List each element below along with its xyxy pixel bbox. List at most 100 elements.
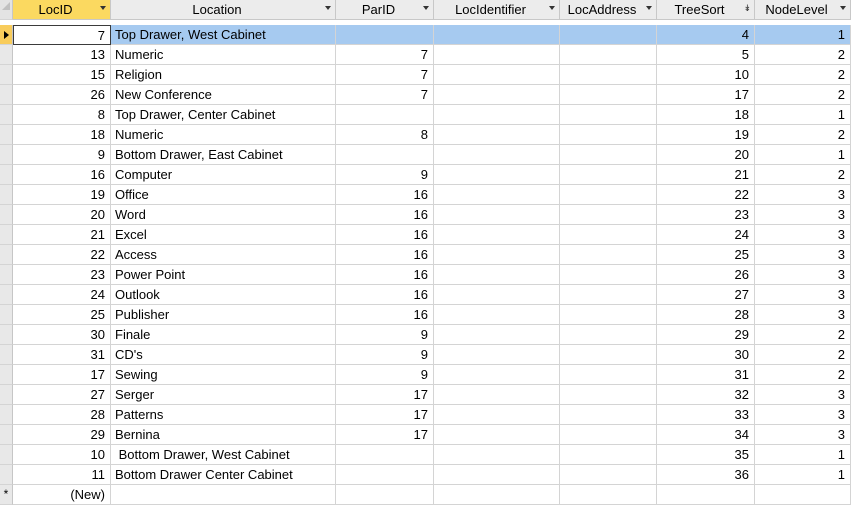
table-row[interactable]: 28 Patterns 17 33 3 [0, 405, 851, 425]
table-row[interactable]: 15 Religion 7 10 2 [0, 65, 851, 85]
cell-locaddress[interactable] [560, 405, 657, 425]
cell-locaddress[interactable] [560, 365, 657, 385]
cell-locaddress[interactable] [560, 225, 657, 245]
cell-treesort[interactable]: 35 [657, 445, 755, 465]
cell-parid[interactable] [336, 105, 434, 125]
cell-locidentifier[interactable] [434, 65, 560, 85]
cell-location[interactable]: Office [111, 185, 336, 205]
cell-treesort[interactable]: 25 [657, 245, 755, 265]
cell-parid[interactable]: 7 [336, 65, 434, 85]
cell-treesort[interactable]: 33 [657, 405, 755, 425]
cell-locaddress[interactable] [560, 265, 657, 285]
table-row[interactable]: 16 Computer 9 21 2 [0, 165, 851, 185]
cell-location[interactable]: Sewing [111, 365, 336, 385]
record-selector[interactable] [0, 205, 13, 225]
cell-locidentifier[interactable] [434, 165, 560, 185]
record-selector[interactable] [0, 265, 13, 285]
cell-nodelevel[interactable]: 2 [755, 345, 851, 365]
cell-location[interactable]: New Conference [111, 85, 336, 105]
cell-location[interactable]: Top Drawer, West Cabinet [111, 25, 336, 45]
record-selector[interactable] [0, 385, 13, 405]
table-row[interactable]: 13 Numeric 7 5 2 [0, 45, 851, 65]
cell-location[interactable]: Outlook [111, 285, 336, 305]
cell-parid[interactable]: 16 [336, 185, 434, 205]
cell-locid[interactable]: 10 [13, 445, 111, 465]
cell-parid[interactable]: 9 [336, 365, 434, 385]
cell-locid[interactable]: 27 [13, 385, 111, 405]
record-selector[interactable] [0, 285, 13, 305]
cell-nodelevel[interactable]: 3 [755, 425, 851, 445]
cell-nodelevel[interactable]: 3 [755, 225, 851, 245]
cell-parid[interactable]: 17 [336, 385, 434, 405]
select-all-corner[interactable] [0, 0, 13, 20]
cell-locidentifier[interactable] [434, 425, 560, 445]
cell-location[interactable]: Top Drawer, Center Cabinet [111, 105, 336, 125]
cell-locid[interactable]: 22 [13, 245, 111, 265]
cell-nodelevel[interactable]: 2 [755, 125, 851, 145]
cell-nodelevel[interactable]: 1 [755, 105, 851, 125]
cell-parid[interactable]: 8 [336, 125, 434, 145]
record-selector[interactable] [0, 165, 13, 185]
chevron-down-icon[interactable] [325, 6, 331, 10]
table-row[interactable]: 31 CD's 9 30 2 [0, 345, 851, 365]
cell-locidentifier[interactable] [434, 25, 560, 45]
cell-nodelevel[interactable]: 3 [755, 265, 851, 285]
cell-locaddress[interactable] [560, 485, 657, 505]
cell-locidentifier[interactable] [434, 85, 560, 105]
cell-locid[interactable]: 11 [13, 465, 111, 485]
cell-parid[interactable] [336, 145, 434, 165]
cell-nodelevel[interactable]: 2 [755, 85, 851, 105]
cell-locid[interactable]: 25 [13, 305, 111, 325]
cell-location[interactable]: Bottom Drawer, West Cabinet [111, 445, 336, 465]
cell-locid[interactable]: 21 [13, 225, 111, 245]
record-selector[interactable] [0, 405, 13, 425]
record-selector[interactable] [0, 145, 13, 165]
cell-locid[interactable]: 29 [13, 425, 111, 445]
column-header-parid[interactable]: ParID [336, 0, 434, 20]
cell-locaddress[interactable] [560, 425, 657, 445]
cell-treesort[interactable]: 31 [657, 365, 755, 385]
cell-locidentifier[interactable] [434, 285, 560, 305]
record-selector[interactable] [0, 185, 13, 205]
cell-locidentifier[interactable] [434, 265, 560, 285]
cell-treesort[interactable]: 26 [657, 265, 755, 285]
cell-locidentifier[interactable] [434, 225, 560, 245]
table-row[interactable]: 18 Numeric 8 19 2 [0, 125, 851, 145]
column-header-treesort[interactable]: TreeSort ↡ [657, 0, 755, 20]
cell-locid[interactable]: 20 [13, 205, 111, 225]
cell-nodelevel[interactable]: 3 [755, 205, 851, 225]
cell-locid[interactable]: 7 [13, 25, 111, 45]
column-header-locid[interactable]: LocID [13, 0, 111, 20]
table-row[interactable]: 11 Bottom Drawer Center Cabinet 36 1 [0, 465, 851, 485]
cell-locidentifier[interactable] [434, 445, 560, 465]
cell-parid[interactable] [336, 485, 434, 505]
cell-locidentifier[interactable] [434, 185, 560, 205]
table-row[interactable]: 10 Bottom Drawer, West Cabinet 35 1 [0, 445, 851, 465]
cell-nodelevel[interactable]: 2 [755, 65, 851, 85]
cell-locid[interactable]: 13 [13, 45, 111, 65]
cell-locaddress[interactable] [560, 65, 657, 85]
cell-locaddress[interactable] [560, 285, 657, 305]
cell-locaddress[interactable] [560, 325, 657, 345]
cell-parid[interactable]: 9 [336, 325, 434, 345]
cell-treesort[interactable]: 18 [657, 105, 755, 125]
cell-locidentifier[interactable] [434, 145, 560, 165]
table-row[interactable]: 19 Office 16 22 3 [0, 185, 851, 205]
cell-locid[interactable]: 9 [13, 145, 111, 165]
cell-locidentifier[interactable] [434, 485, 560, 505]
table-row[interactable]: 22 Access 16 25 3 [0, 245, 851, 265]
table-row[interactable]: 8 Top Drawer, Center Cabinet 18 1 [0, 105, 851, 125]
cell-treesort[interactable]: 17 [657, 85, 755, 105]
chevron-down-icon[interactable] [549, 6, 555, 10]
cell-nodelevel[interactable]: 2 [755, 45, 851, 65]
cell-parid[interactable]: 17 [336, 405, 434, 425]
column-header-locidentifier[interactable]: LocIdentifier [434, 0, 560, 20]
cell-nodelevel[interactable] [755, 485, 851, 505]
cell-treesort[interactable]: 20 [657, 145, 755, 165]
cell-locid[interactable]: 8 [13, 105, 111, 125]
cell-locaddress[interactable] [560, 245, 657, 265]
table-row[interactable]: 21 Excel 16 24 3 [0, 225, 851, 245]
record-selector[interactable] [0, 125, 13, 145]
record-selector[interactable] [0, 345, 13, 365]
record-pointer-icon[interactable] [0, 25, 13, 45]
